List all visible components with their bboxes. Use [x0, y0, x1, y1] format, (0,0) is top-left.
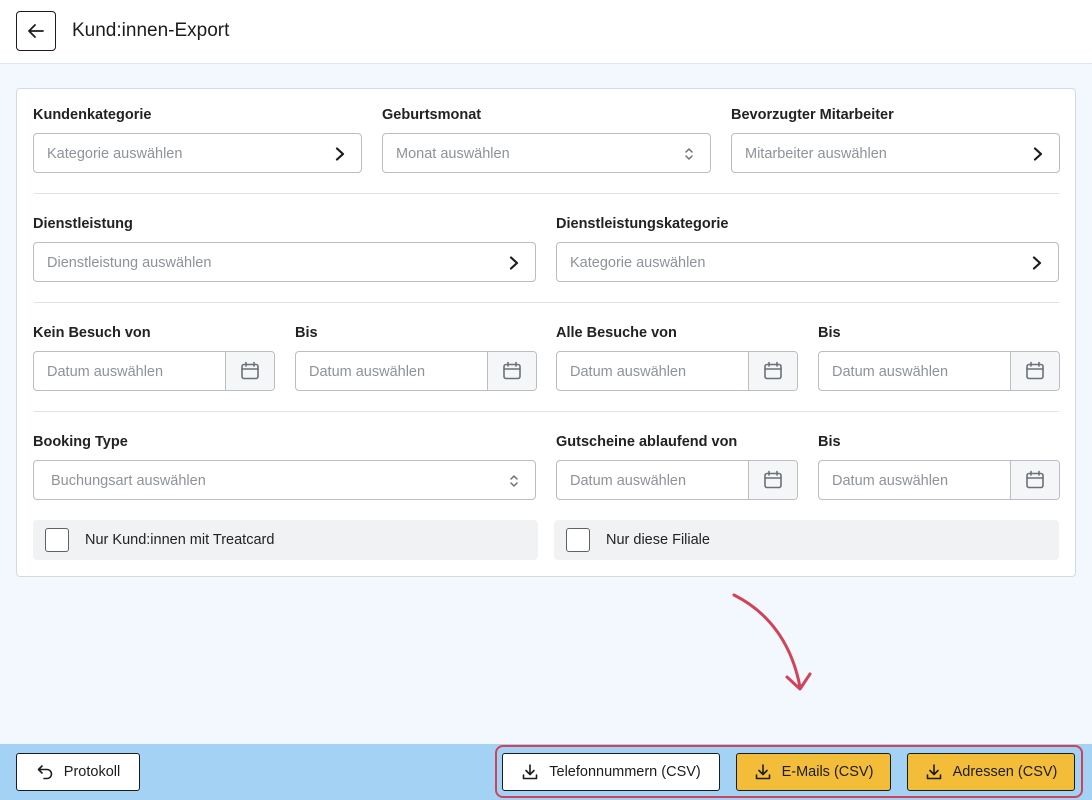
protokoll-button[interactable]: Protokoll [16, 753, 140, 791]
dienstleistungskategorie-placeholder: Kategorie auswählen [570, 255, 706, 271]
kein-besuch-bis-placeholder: Datum auswählen [309, 364, 426, 380]
divider [34, 411, 1059, 412]
back-button[interactable] [16, 11, 56, 51]
app-header: Kund:innen-Export [0, 0, 1092, 64]
alle-besuche-bis-label: Bis [818, 325, 841, 341]
alle-besuche-bis-placeholder: Datum auswählen [832, 364, 949, 380]
gutscheine-von-placeholder: Datum auswählen [570, 473, 687, 489]
export-buttons-highlight [495, 745, 1083, 798]
calendar-icon[interactable] [1010, 352, 1059, 390]
gutscheine-bis-label: Bis [818, 434, 841, 450]
mitarbeiter-select[interactable]: Mitarbeiter auswählen [731, 133, 1060, 173]
calendar-icon[interactable] [1010, 461, 1059, 499]
protokoll-button-label: Protokoll [63, 764, 121, 780]
arrow-left-icon [28, 24, 44, 38]
mitarbeiter-label: Bevorzugter Mitarbeiter [731, 107, 894, 123]
booking-type-placeholder: Buchungsart auswählen [51, 473, 206, 489]
chevron-right-icon [331, 145, 349, 163]
booking-type-select[interactable]: Buchungsart auswählen [33, 460, 536, 500]
kein-besuch-bis-date-input[interactable]: Datum auswählen [295, 351, 537, 391]
alle-besuche-von-date-input[interactable]: Datum auswählen [556, 351, 798, 391]
calendar-icon[interactable] [487, 352, 536, 390]
treatcard-checkbox-label: Nur Kund:innen mit Treatcard [85, 532, 275, 548]
alle-besuche-von-label: Alle Besuche von [556, 325, 677, 341]
gutscheine-bis-date-input[interactable]: Datum auswählen [818, 460, 1060, 500]
gutscheine-von-date-input[interactable]: Datum auswählen [556, 460, 798, 500]
kundenkategorie-select[interactable]: Kategorie auswählen [33, 133, 362, 173]
dienstleistung-select[interactable]: Dienstleistung auswählen [33, 242, 536, 282]
dienstleistungskategorie-label: Dienstleistungskategorie [556, 216, 729, 232]
gutscheine-von-label: Gutscheine ablaufend von [556, 434, 738, 450]
calendar-icon[interactable] [225, 352, 274, 390]
calendar-icon[interactable] [748, 352, 797, 390]
gutscheine-bis-placeholder: Datum auswählen [832, 473, 949, 489]
geburtsmonat-select[interactable]: Monat auswählen [382, 133, 711, 173]
alle-besuche-von-placeholder: Datum auswählen [570, 364, 687, 380]
geburtsmonat-placeholder: Monat auswählen [396, 146, 510, 162]
alle-besuche-bis-date-input[interactable]: Datum auswählen [818, 351, 1060, 391]
kein-besuch-von-label: Kein Besuch von [33, 325, 151, 341]
mitarbeiter-placeholder: Mitarbeiter auswählen [745, 146, 887, 162]
chevron-right-icon [1029, 145, 1047, 163]
chevron-right-icon [1028, 254, 1046, 272]
filiale-checkbox[interactable] [566, 528, 590, 552]
geburtsmonat-label: Geburtsmonat [382, 107, 482, 123]
kein-besuch-bis-label: Bis [295, 325, 318, 341]
annotation-arrow [732, 593, 812, 691]
filiale-checkbox-label: Nur diese Filiale [606, 532, 710, 548]
dienstleistung-placeholder: Dienstleistung auswählen [47, 255, 212, 271]
kundenkategorie-label: Kundenkategorie [33, 107, 152, 123]
chevron-updown-icon [680, 145, 698, 163]
kein-besuch-von-date-input[interactable]: Datum auswählen [33, 351, 275, 391]
booking-type-label: Booking Type [33, 434, 128, 450]
divider [34, 302, 1059, 303]
undo-icon [37, 765, 53, 780]
dienstleistung-label: Dienstleistung [33, 216, 133, 232]
kein-besuch-von-placeholder: Datum auswählen [47, 364, 164, 380]
dienstleistungskategorie-select[interactable]: Kategorie auswählen [556, 242, 1059, 282]
filter-card: Kundenkategorie Kategorie auswählen Gebu… [16, 88, 1076, 577]
kundenkategorie-placeholder: Kategorie auswählen [47, 146, 183, 162]
treatcard-checkbox[interactable] [45, 528, 69, 552]
filiale-checkbox-row[interactable]: Nur diese Filiale [554, 520, 1059, 560]
divider [34, 193, 1059, 194]
calendar-icon[interactable] [748, 461, 797, 499]
treatcard-checkbox-row[interactable]: Nur Kund:innen mit Treatcard [33, 520, 538, 560]
chevron-updown-icon [505, 472, 523, 490]
page-title: Kund:innen-Export [72, 20, 230, 41]
chevron-right-icon [505, 254, 523, 272]
